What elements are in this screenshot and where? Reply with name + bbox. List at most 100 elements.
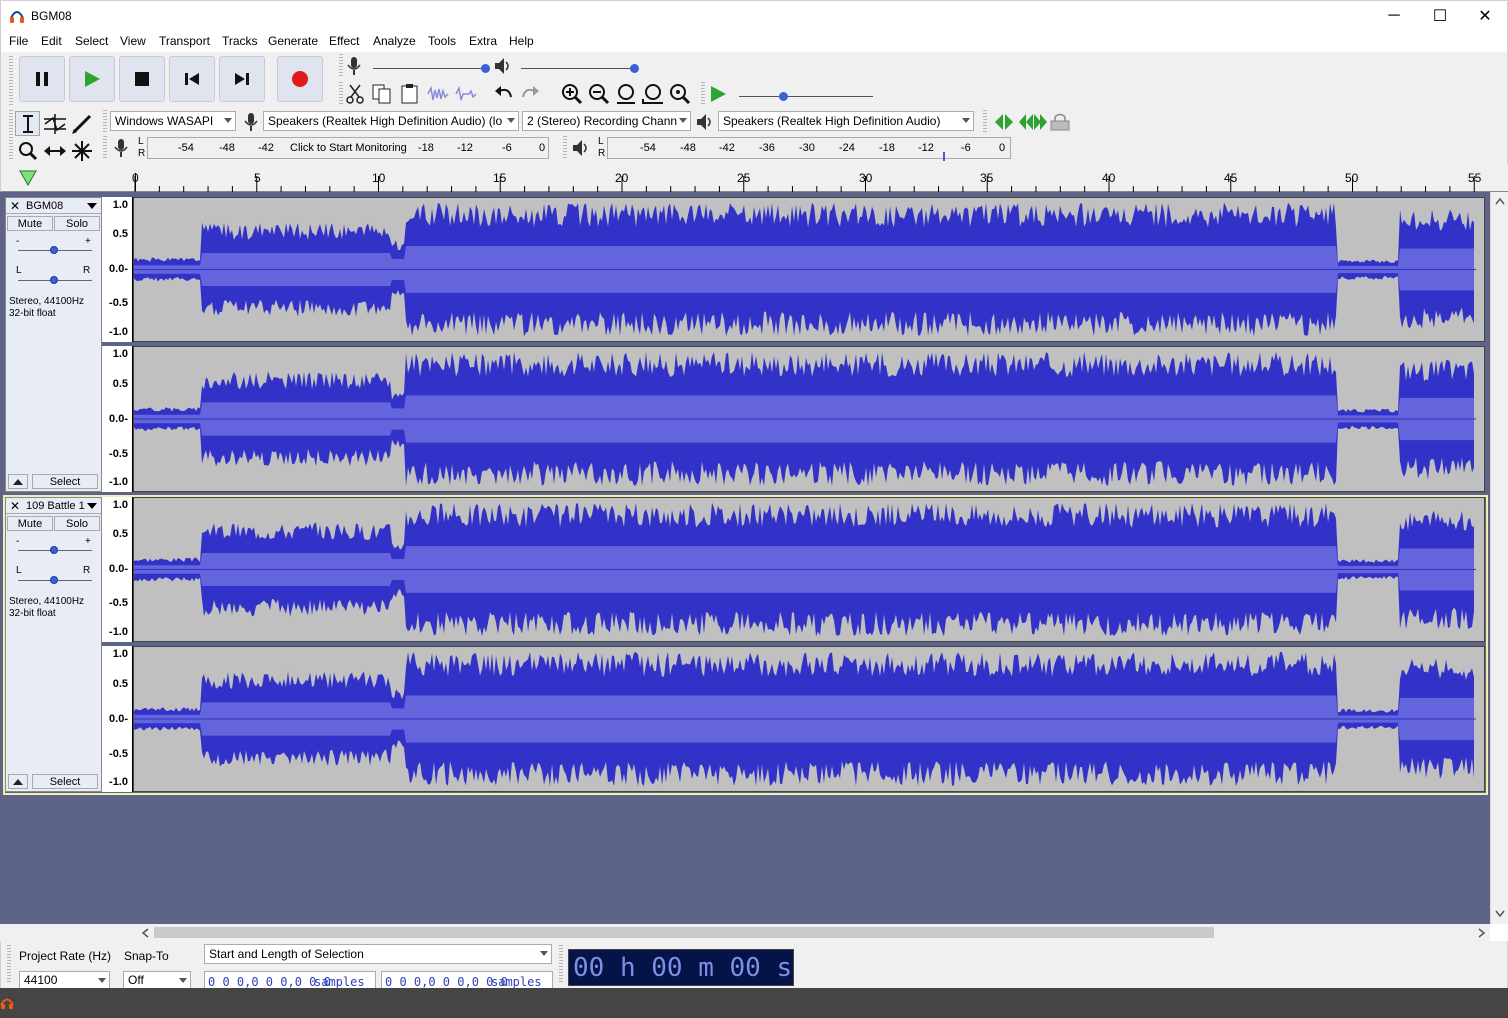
audio-host-select[interactable]: Windows WASAPI: [110, 111, 236, 131]
playback-volume-knob[interactable]: [630, 64, 639, 73]
menu-help[interactable]: Help: [509, 34, 534, 48]
envelope-tool-icon[interactable]: [43, 113, 67, 135]
scroll-up-icon[interactable]: [1495, 197, 1505, 205]
menu-transport[interactable]: Transport: [159, 34, 210, 48]
scroll-right-icon[interactable]: [1478, 928, 1486, 938]
horizontal-scroll-thumb[interactable]: [154, 927, 1214, 938]
collapse-track-button[interactable]: [8, 774, 28, 789]
record-meter-grip[interactable]: [103, 136, 107, 158]
menu-effect[interactable]: Effect: [329, 34, 359, 48]
time-shift-tool-icon[interactable]: [43, 140, 67, 162]
vertical-scrollbar[interactable]: [1490, 192, 1508, 924]
selection-toolbar-grip[interactable]: [7, 945, 11, 983]
project-rate-select[interactable]: 44100: [19, 971, 110, 989]
mute-button[interactable]: Mute: [7, 516, 53, 531]
solo-button[interactable]: Solo: [54, 216, 100, 231]
amplitude-ruler[interactable]: 1.0 0.5 0.0- -0.5 -1.0: [102, 197, 133, 342]
menu-file[interactable]: File: [9, 34, 28, 48]
play-meter-grip[interactable]: [563, 136, 567, 158]
close-track-icon[interactable]: ✕: [8, 499, 22, 513]
menu-edit[interactable]: Edit: [41, 34, 62, 48]
playback-device-select[interactable]: Speakers (Realtek High Definition Audio): [718, 111, 974, 131]
select-track-button[interactable]: Select: [32, 774, 98, 789]
menu-select[interactable]: Select: [75, 34, 108, 48]
amplitude-ruler[interactable]: 1.0 0.5 0.0- -0.5 -1.0: [102, 646, 133, 792]
copy-icon[interactable]: [371, 83, 393, 105]
amplitude-ruler[interactable]: 1.0 0.5 0.0- -0.5 -1.0: [102, 497, 133, 642]
track-menu-chevron-icon[interactable]: [87, 203, 97, 209]
pin-playhead-icon[interactable]: [19, 170, 37, 186]
record-meter-hint[interactable]: Click to Start Monitoring: [290, 142, 407, 154]
device-toolbar-grip[interactable]: [103, 110, 107, 132]
trim-audio-icon[interactable]: [427, 85, 449, 103]
multi-tool-icon[interactable]: [71, 140, 93, 162]
undo-icon[interactable]: [493, 84, 515, 104]
horizontal-scrollbar[interactable]: [0, 924, 1490, 941]
waveform-right-channel[interactable]: [133, 346, 1485, 492]
transport-toolbar-grip[interactable]: [9, 56, 13, 106]
skip-to-end-button[interactable]: [219, 56, 265, 102]
audio-position-display[interactable]: 00 h 00 m 00 s: [568, 949, 794, 986]
snap-to-select[interactable]: Off: [123, 971, 191, 989]
tools-toolbar-grip[interactable]: [9, 110, 13, 160]
time-toolbar-grip[interactable]: [559, 945, 563, 983]
paste-icon[interactable]: [399, 83, 421, 105]
zoom-in-icon[interactable]: [561, 83, 583, 105]
menu-tracks[interactable]: Tracks: [222, 34, 258, 48]
fit-project-icon[interactable]: [642, 83, 664, 105]
redo-icon[interactable]: [519, 84, 541, 104]
skip-to-start-button[interactable]: [169, 56, 215, 102]
pan-slider-knob[interactable]: [50, 276, 58, 284]
record-button[interactable]: [277, 56, 323, 102]
fit-selection-icon[interactable]: [615, 83, 637, 105]
play-at-speed-grip[interactable]: [701, 82, 705, 106]
zoom-out-icon[interactable]: [588, 83, 610, 105]
menu-view[interactable]: View: [120, 34, 146, 48]
waveform-left-channel[interactable]: [133, 497, 1485, 642]
record-meter-mic-icon[interactable]: [113, 138, 129, 158]
play-speed-slider[interactable]: [739, 96, 873, 97]
track-control-panel[interactable]: ✕ 109 Battle 1 Mute Solo - + L R Stereo,…: [5, 497, 102, 792]
select-track-button[interactable]: Select: [32, 474, 98, 489]
amplitude-ruler[interactable]: 1.0 0.5 0.0- -0.5 -1.0: [102, 346, 133, 492]
recording-device-select[interactable]: Speakers (Realtek High Definition Audio)…: [263, 111, 519, 131]
sync-lock-icon[interactable]: [1049, 112, 1071, 132]
track-control-panel[interactable]: ✕ BGM08 Mute Solo - + L R Stereo, 44100H…: [5, 197, 102, 492]
maximize-button[interactable]: ☐: [1417, 1, 1463, 31]
mixer-toolbar-grip[interactable]: [339, 54, 343, 78]
record-volume-slider[interactable]: [373, 68, 485, 69]
play-at-speed-icon[interactable]: [709, 85, 727, 103]
collapse-track-button[interactable]: [8, 474, 28, 489]
track-name[interactable]: 109 Battle 1: [26, 500, 85, 512]
scroll-down-icon[interactable]: [1495, 910, 1505, 918]
menu-analyze[interactable]: Analyze: [373, 34, 416, 48]
cut-icon[interactable]: [345, 83, 365, 105]
play-button[interactable]: [69, 56, 115, 102]
selection-mode-select[interactable]: Start and Length of Selection: [204, 944, 552, 964]
playback-volume-slider[interactable]: [521, 68, 635, 69]
menu-generate[interactable]: Generate: [268, 34, 318, 48]
zoom-tool-icon[interactable]: [17, 140, 39, 162]
record-volume-knob[interactable]: [481, 64, 490, 73]
play-meter-speaker-icon[interactable]: [571, 138, 593, 158]
audacity-taskbar-icon[interactable]: [0, 996, 14, 1010]
pan-slider-knob[interactable]: [50, 576, 58, 584]
gain-slider-knob[interactable]: [50, 246, 58, 254]
scroll-left-icon[interactable]: [141, 928, 149, 938]
track-name[interactable]: BGM08: [26, 200, 63, 212]
draw-tool-icon[interactable]: [71, 113, 93, 135]
play-speed-knob[interactable]: [779, 92, 788, 101]
recording-channels-select[interactable]: 2 (Stereo) Recording Chann: [522, 111, 691, 131]
track-menu-chevron-icon[interactable]: [87, 503, 97, 509]
cut-preview-icon[interactable]: [993, 112, 1015, 132]
minimize-button[interactable]: ─: [1371, 1, 1417, 31]
play-cut-preview-icon[interactable]: [1018, 112, 1048, 132]
mute-button[interactable]: Mute: [7, 216, 53, 231]
close-track-icon[interactable]: ✕: [8, 199, 22, 213]
stop-button[interactable]: [119, 56, 165, 102]
zoom-toggle-icon[interactable]: [669, 83, 691, 105]
timeline-ruler[interactable]: 0 5 10 15 20 25 30 35 40 45 50 55: [0, 164, 1508, 192]
gain-slider-knob[interactable]: [50, 546, 58, 554]
waveform-right-channel[interactable]: [133, 646, 1485, 792]
menu-extra[interactable]: Extra: [469, 34, 497, 48]
